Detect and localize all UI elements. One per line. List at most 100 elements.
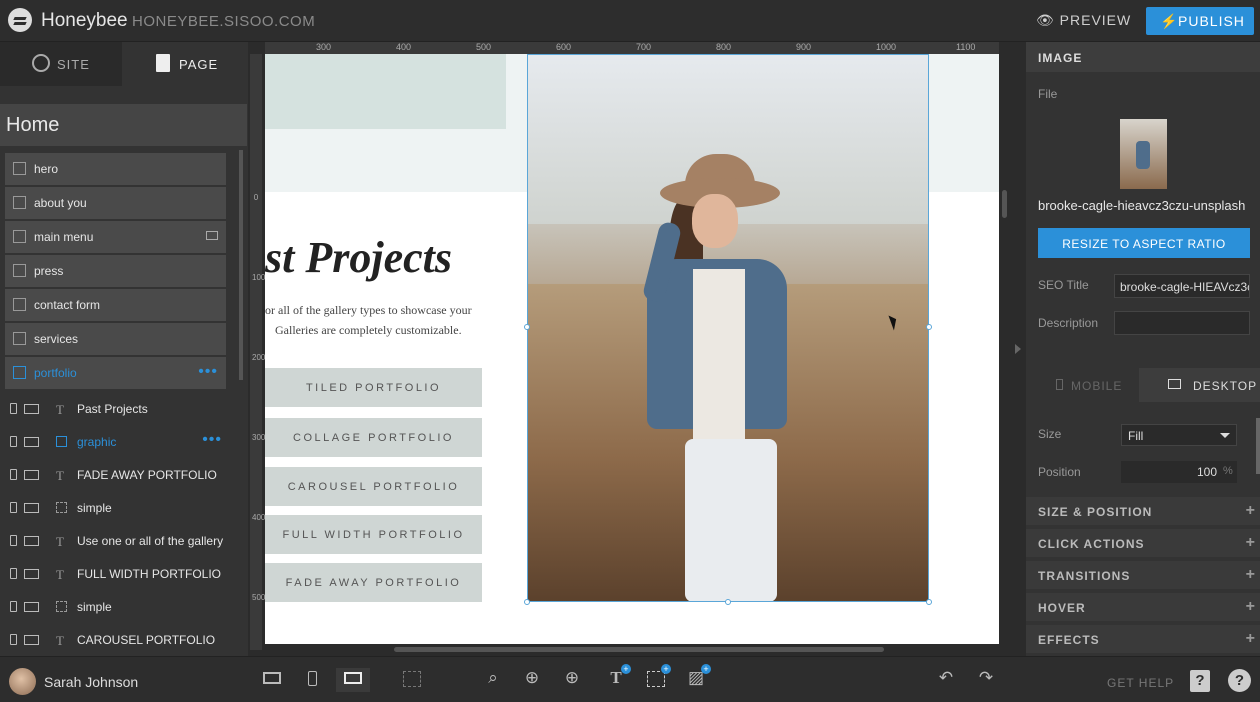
accordion-size-position[interactable]: SIZE & POSITION +: [1026, 497, 1260, 525]
mobile-icon[interactable]: [10, 469, 17, 480]
get-help-link[interactable]: GET HELP: [1107, 676, 1174, 690]
accordion-hover[interactable]: HOVER +: [1026, 593, 1260, 621]
publish-button[interactable]: ⚡ PUBLISH: [1146, 7, 1254, 35]
more-options-icon[interactable]: •••: [198, 363, 218, 381]
honeybee-logo-icon[interactable]: [8, 8, 32, 32]
collapse-panel-icon[interactable]: [1015, 344, 1021, 354]
preview-button[interactable]: 👁 PREVIEW: [1036, 12, 1131, 29]
all-devices-icon[interactable]: [259, 668, 285, 692]
element-item[interactable]: simple: [0, 590, 248, 623]
add-image-icon[interactable]: ▨ +: [683, 664, 711, 692]
text-element-icon: T: [56, 468, 64, 483]
desktop-icon[interactable]: [24, 569, 39, 579]
text-element-icon: T: [56, 567, 64, 582]
tiled-portfolio-button[interactable]: TILED PORTFOLIO: [265, 368, 482, 407]
resize-handle[interactable]: [524, 324, 530, 330]
chevron-down-icon: [1220, 433, 1230, 438]
canvas-vertical-scrollbar[interactable]: [1002, 190, 1007, 218]
mobile-icon[interactable]: [10, 535, 17, 546]
accordion-transitions[interactable]: TRANSITIONS +: [1026, 561, 1260, 589]
mobile-icon[interactable]: [10, 568, 17, 579]
resize-aspect-ratio-button[interactable]: RESIZE TO ASPECT RATIO: [1038, 228, 1250, 258]
add-text-icon[interactable]: T +: [603, 664, 631, 692]
more-options-icon[interactable]: •••: [202, 431, 222, 449]
zoom-in-icon[interactable]: ⊕: [559, 668, 585, 692]
select-area-icon[interactable]: [399, 668, 425, 692]
resize-handle[interactable]: [725, 599, 731, 605]
element-item[interactable]: T CAROUSEL PORTFOLIO: [0, 623, 248, 656]
bottom-toolbar: Sarah Johnson ⌕ ⊕ ⊕ T + + ▨ + ↶ ↷ GET HELP…: [0, 656, 1260, 702]
accordion-click-actions[interactable]: CLICK ACTIONS +: [1026, 529, 1260, 557]
desktop-icon[interactable]: [24, 437, 39, 447]
desktop-icon[interactable]: [24, 635, 39, 645]
element-label: graphic: [77, 435, 117, 449]
desktop-view-icon[interactable]: [336, 668, 370, 692]
section-item-services[interactable]: services: [5, 323, 226, 355]
element-item[interactable]: T Past Projects: [0, 392, 248, 425]
redo-icon[interactable]: ↷: [973, 668, 999, 692]
section-item-portfolio[interactable]: portfolio •••: [5, 357, 226, 389]
image-thumbnail[interactable]: [1120, 119, 1167, 189]
page-title[interactable]: Home: [0, 104, 247, 146]
mobile-icon[interactable]: [10, 403, 17, 414]
seo-title-input[interactable]: brooke-cagle-HIEAVcz3czU-unsplash: [1114, 274, 1250, 298]
carousel-portfolio-button[interactable]: CAROUSEL PORTFOLIO: [265, 467, 482, 506]
canvas-horizontal-scrollbar[interactable]: [394, 647, 884, 652]
desktop-icon[interactable]: [24, 404, 39, 414]
help-chat-icon[interactable]: ?: [1228, 669, 1251, 692]
element-item[interactable]: graphic •••: [0, 425, 248, 458]
element-item[interactable]: T FADE AWAY PORTFOLIO: [0, 458, 248, 491]
element-label: simple: [77, 501, 112, 515]
section-item-contact-form[interactable]: contact form: [5, 289, 226, 321]
tab-page[interactable]: PAGE: [122, 42, 248, 86]
desktop-icon[interactable]: [24, 536, 39, 546]
desktop-icon[interactable]: [24, 470, 39, 480]
section-heading[interactable]: st Projects: [265, 232, 452, 283]
size-select[interactable]: Fill: [1121, 424, 1237, 446]
position-input[interactable]: 100: [1121, 461, 1237, 483]
collage-portfolio-button[interactable]: COLLAGE PORTFOLIO: [265, 418, 482, 457]
tab-mobile[interactable]: MOBILE: [1026, 368, 1139, 402]
tab-desktop-label: DESKTOP: [1193, 379, 1258, 393]
mobile-icon[interactable]: [10, 502, 17, 513]
resize-handle[interactable]: [524, 599, 530, 605]
body-text-line[interactable]: or all of the gallery types to showcase …: [265, 303, 472, 318]
section-item-press[interactable]: press: [5, 255, 226, 287]
desktop-icon[interactable]: [24, 602, 39, 612]
full-width-portfolio-button[interactable]: FULL WIDTH PORTFOLIO: [265, 515, 482, 554]
mobile-icon[interactable]: [10, 634, 17, 645]
page-canvas[interactable]: st Projects or all of the gallery types …: [265, 54, 999, 644]
element-item[interactable]: T FULL WIDTH PORTFOLIO: [0, 557, 248, 590]
element-item[interactable]: simple: [0, 491, 248, 524]
mobile-icon[interactable]: [10, 601, 17, 612]
tab-desktop[interactable]: DESKTOP: [1139, 368, 1260, 402]
accent-box[interactable]: [265, 54, 506, 129]
help-docs-icon[interactable]: ?: [1190, 670, 1210, 692]
desktop-icon[interactable]: [24, 503, 39, 513]
element-item[interactable]: T Use one or all of the gallery: [0, 524, 248, 557]
add-box-icon[interactable]: +: [643, 664, 671, 692]
body-text-line[interactable]: Galleries are completely customizable.: [275, 323, 462, 338]
inspector-scrollbar[interactable]: [1256, 418, 1260, 474]
avatar[interactable]: [9, 668, 36, 695]
mobile-view-icon[interactable]: [299, 668, 325, 692]
section-item-hero[interactable]: hero: [5, 153, 226, 185]
accordion-effects[interactable]: EFFECTS +: [1026, 625, 1260, 653]
left-scrollbar[interactable]: [239, 150, 243, 380]
undo-icon[interactable]: ↶: [933, 668, 959, 692]
ruler-top: 300 400 500 600 700 800 900 1000 1100: [265, 42, 999, 54]
resize-handle[interactable]: [926, 324, 932, 330]
tab-site[interactable]: SITE: [0, 42, 122, 86]
mobile-icon[interactable]: [10, 436, 17, 447]
zoom-fit-icon[interactable]: ⊕: [519, 668, 545, 692]
section-item-main-menu[interactable]: main menu: [5, 221, 226, 253]
description-input[interactable]: [1114, 311, 1250, 335]
user-name[interactable]: Sarah Johnson: [44, 674, 138, 690]
section-icon: [13, 298, 26, 311]
left-panel: SITE PAGE Home hero about you main menu …: [0, 42, 248, 656]
zoom-out-icon[interactable]: ⌕: [480, 668, 506, 692]
site-url[interactable]: HONEYBEE.SISOO.COM: [132, 13, 315, 30]
fade-away-portfolio-button[interactable]: FADE AWAY PORTFOLIO: [265, 563, 482, 602]
section-item-about-you[interactable]: about you: [5, 187, 226, 219]
resize-handle[interactable]: [926, 599, 932, 605]
